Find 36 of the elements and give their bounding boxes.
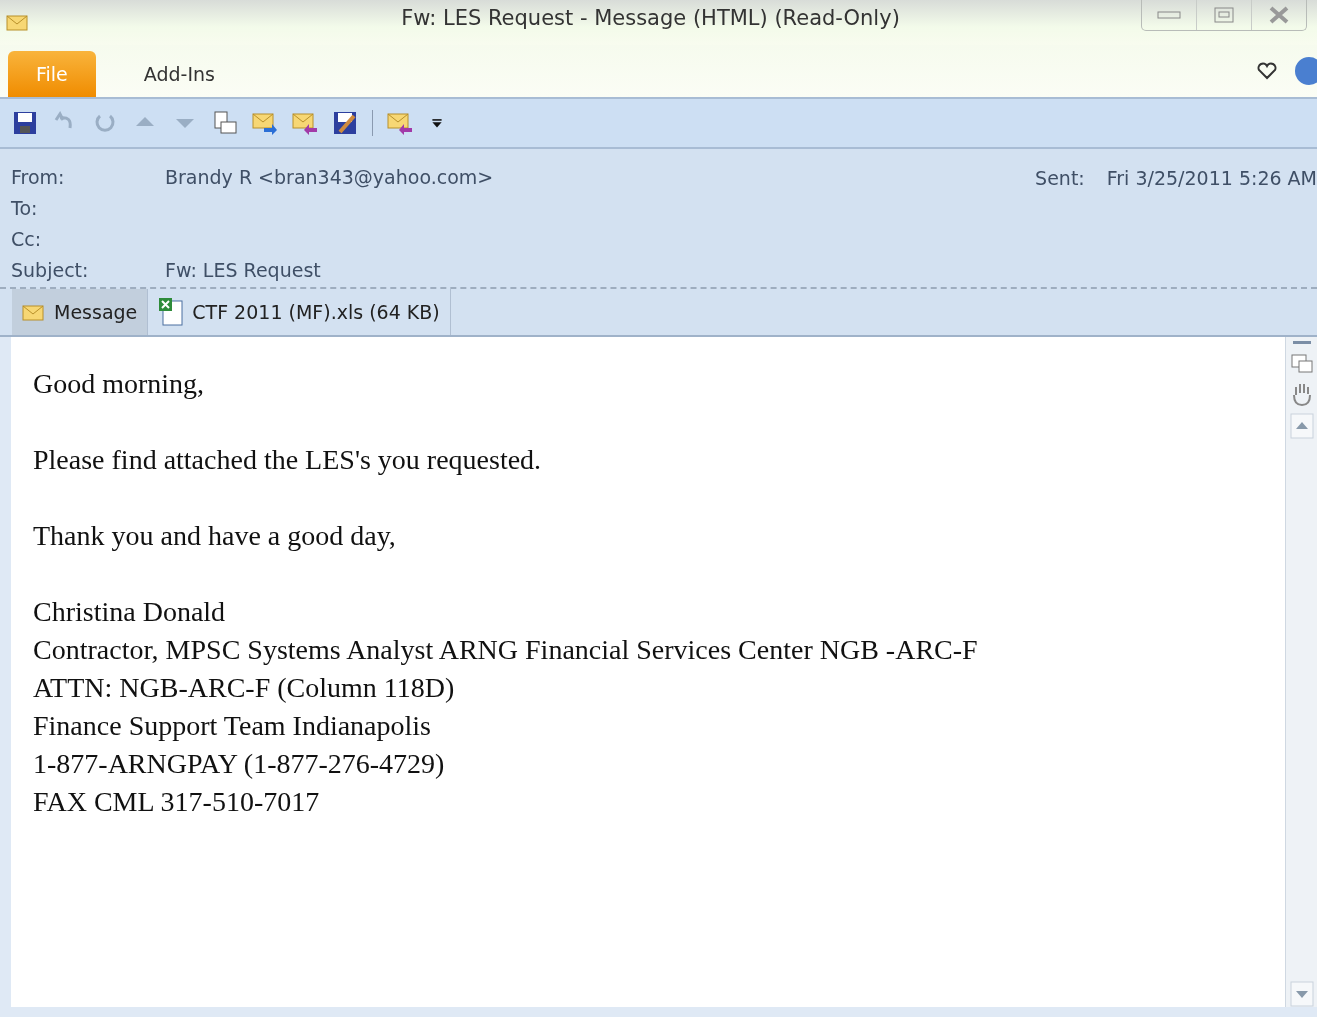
body-text: Good morning, [33,367,206,401]
body-text: Contractor, MPSC Systems Analyst ARNG Financial Services Center NGB -ARC-F [33,633,979,667]
scroll-down-icon[interactable] [1289,981,1314,1007]
grip-icon [1292,341,1311,345]
field-label: From: [11,165,66,188]
body-text: Please find attached the LES's you requested. [33,443,543,477]
scroll-up-icon[interactable] [1289,413,1314,439]
field-value: Fri 3/25/2011 5:26 AM [1106,167,1317,189]
reply-envelope-icon[interactable] [292,110,318,136]
body-text: Finance Support Team Indianapolis [33,709,432,743]
maximize-icon[interactable] [1214,7,1234,23]
body-text: 1-877-ARNGPAY (1-877-276-4729) [33,747,446,781]
body-text: Thank you and have a good day, [33,519,397,553]
forward-envelope-icon[interactable] [252,110,278,136]
ribbon-tab[interactable]: Add-Ins [115,51,243,97]
body-text: Christina Donald [33,595,227,629]
heart-icon[interactable] [1257,62,1277,80]
save-edit-icon[interactable] [332,110,358,136]
field-value: Fw: LES Request [165,258,321,281]
reply-all-envelope-icon[interactable] [387,110,413,136]
field-label: Cc: [11,227,43,250]
save-icon[interactable] [12,110,38,136]
close-icon[interactable] [1268,6,1290,24]
minimize-icon[interactable] [1157,10,1181,20]
field-label: To: [11,196,39,219]
body-text: FAX CML 317-510-7017 [33,785,321,819]
message-tab[interactable]: Message [12,289,149,335]
field-value: Brandy R <bran343@yahoo.com> [165,165,494,188]
spreadsheet-icon [158,297,185,327]
images-icon[interactable] [1289,351,1314,375]
attachment-item[interactable]: CTF 2011 (MF).xls (64 KB) [148,289,451,335]
body-text: ATTN: NGB-ARC-F (Column 118D) [33,671,456,705]
envelope-icon [22,302,46,322]
field-label: Sent: [1035,167,1085,189]
window-title: Fw: LES Request - Message (HTML) (Read-Only) [400,6,901,30]
field-label: Subject: [11,258,90,281]
